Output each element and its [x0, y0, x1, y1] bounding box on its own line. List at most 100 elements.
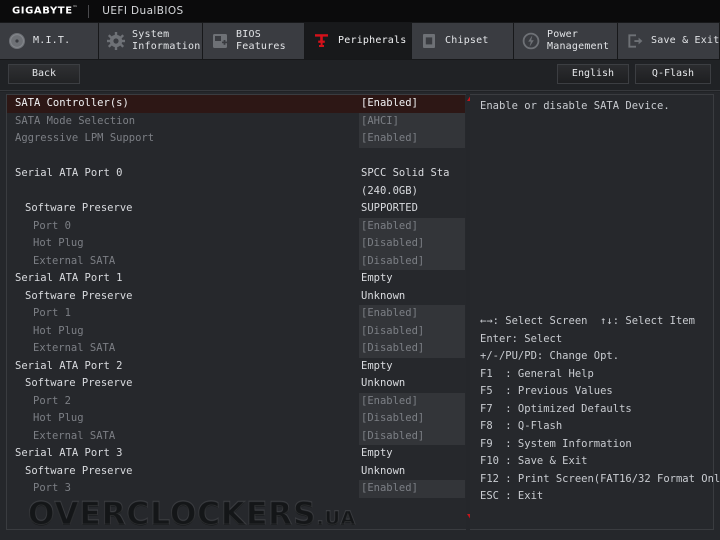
settings-row[interactable]: Hot Plug [Disabled] — [7, 323, 465, 341]
settings-row[interactable]: Software PreserveSUPPORTED — [7, 200, 465, 218]
settings-row-value: SUPPORTED — [361, 202, 418, 215]
language-button[interactable]: English — [557, 64, 629, 84]
settings-row[interactable]: SATA Mode Selection [AHCI] — [7, 113, 465, 131]
chipset-icon — [419, 31, 439, 51]
tab-chipset[interactable]: Chipset — [412, 23, 513, 59]
settings-row[interactable]: Software Preserve Unknown — [7, 463, 465, 481]
tab-mit[interactable]: M.I.T. — [0, 23, 98, 59]
settings-row-value: Unknown — [361, 465, 405, 478]
disc-icon — [7, 31, 27, 51]
tab-system-information[interactable]: SystemInformation — [99, 23, 202, 59]
tab-power-management[interactable]: PowerManagement — [514, 23, 617, 59]
help-description: Enable or disable SATA Device. — [480, 99, 706, 113]
gear-icon — [106, 31, 126, 51]
settings-row-label: External SATA — [33, 255, 115, 268]
settings-row[interactable]: External SATA [Disabled] — [7, 340, 465, 358]
settings-row-label: Serial ATA Port 3 — [15, 447, 122, 460]
settings-row-label: Aggressive LPM Support — [15, 132, 154, 145]
settings-row[interactable]: Aggressive LPM Support [Enabled] — [7, 130, 465, 148]
settings-row[interactable]: Serial ATA Port 0 SPCC Solid Sta — [7, 165, 465, 183]
settings-row-value: Empty — [361, 447, 393, 460]
settings-row-label: Software Preserve — [25, 290, 132, 303]
settings-row-value: [Disabled] — [361, 430, 424, 443]
settings-row-label: Port 2 — [33, 395, 71, 408]
settings-row-label: Hot Plug — [33, 325, 84, 338]
tab-save-and-exit[interactable]: Save & Exit — [618, 23, 719, 59]
main-tab-bar: M.I.T. SystemInformation BIOSFeatures Pe… — [0, 22, 720, 60]
settings-row[interactable]: Software PreserveUnknown — [7, 375, 465, 393]
key-legend-line: F12 : Print Screen(FAT16/32 Format Only) — [480, 471, 712, 489]
settings-row-label: Serial ATA Port 1 — [15, 272, 122, 285]
settings-row-label: External SATA — [33, 430, 115, 443]
settings-row[interactable]: External SATA[Disabled] — [7, 253, 465, 271]
settings-row-label: SATA Controller(s) — [15, 97, 129, 110]
settings-row-value: Unknown — [361, 290, 405, 303]
settings-row-value: Unknown — [361, 377, 405, 390]
settings-row[interactable]: Port 2 [Enabled] — [7, 393, 465, 411]
tab-label: M.I.T. — [33, 35, 70, 47]
settings-row-label: Port 0 — [33, 220, 71, 233]
settings-row-label: Hot Plug — [33, 237, 84, 250]
settings-row-value: SPCC Solid Sta — [361, 167, 450, 180]
settings-row[interactable]: Serial ATA Port 2 Empty — [7, 358, 465, 376]
settings-row-value: [Enabled] — [361, 307, 418, 320]
tab-peripherals[interactable]: Peripherals — [305, 23, 411, 59]
settings-row-value: [Enabled] — [361, 132, 418, 145]
settings-row-label: Serial ATA Port 2 — [15, 360, 122, 373]
settings-row-label: Serial ATA Port 0 — [15, 167, 122, 180]
settings-row-label: Software Preserve — [25, 465, 132, 478]
tab-bios-features[interactable]: BIOSFeatures — [203, 23, 304, 59]
key-legend-line: +/-/PU/PD: Change Opt. — [480, 348, 712, 366]
settings-row-value: [Disabled] — [361, 412, 424, 425]
chip-plus-icon — [210, 31, 230, 51]
key-legend-line: F7 : Optimized Defaults — [480, 401, 712, 419]
settings-row[interactable]: External SATA [Disabled] — [7, 428, 465, 446]
settings-row[interactable]: Port 0 [Enabled] — [7, 218, 465, 236]
settings-panel: SATA Controller(s)[Enabled]SATA Mode Sel… — [6, 94, 466, 530]
settings-row[interactable]: Serial ATA Port 3 Empty — [7, 445, 465, 463]
settings-row[interactable]: Serial ATA Port 1 Empty — [7, 270, 465, 288]
tab-label: Save & Exit — [651, 35, 719, 47]
back-button[interactable]: Back — [8, 64, 80, 84]
settings-row-value: [AHCI] — [361, 115, 399, 128]
secondary-toolbar: Back English Q-Flash — [0, 60, 720, 92]
settings-row-value: Empty — [361, 272, 393, 285]
tab-label: Peripherals — [338, 35, 406, 47]
settings-row-label: SATA Mode Selection — [15, 115, 135, 128]
key-legend-line: F1 : General Help — [480, 366, 712, 384]
help-panel: Enable or disable SATA Device. ←→: Selec… — [470, 94, 714, 530]
gigabyte-logo: GIGABYTE™ — [0, 5, 78, 16]
settings-row[interactable]: SATA Controller(s) [Enabled] — [7, 95, 465, 113]
brand-divider — [88, 5, 89, 18]
bios-screen: GIGABYTE™ UEFI DualBIOS M.I.T. SystemInf… — [0, 0, 720, 540]
tab-label: BIOSFeatures — [236, 29, 286, 53]
key-legend-line: Enter: Select — [480, 331, 712, 349]
key-legend-line: F8 : Q-Flash — [480, 418, 712, 436]
settings-row-spacer: (240.0GB) — [7, 183, 465, 201]
settings-row-value: [Disabled] — [361, 237, 424, 250]
settings-row-label: External SATA — [33, 342, 115, 355]
settings-list: SATA Controller(s)[Enabled]SATA Mode Sel… — [7, 95, 465, 498]
settings-row-value: Empty — [361, 360, 393, 373]
settings-row-value: [Disabled] — [361, 342, 424, 355]
qflash-button[interactable]: Q-Flash — [635, 64, 711, 84]
key-legend-line: ←→: Select Screen ↑↓: Select Item — [480, 313, 712, 331]
content-area: SATA Controller(s)[Enabled]SATA Mode Sel… — [0, 92, 720, 540]
settings-row[interactable]: Software Preserve Unknown — [7, 288, 465, 306]
power-bolt-icon — [521, 31, 541, 51]
settings-row[interactable]: Hot Plug [Disabled] — [7, 235, 465, 253]
settings-row-label: Port 3 — [33, 482, 71, 495]
settings-row-value: [Enabled] — [361, 97, 418, 110]
settings-row-value: [Disabled] — [361, 325, 424, 338]
settings-row[interactable]: Port 3 [Enabled] — [7, 480, 465, 498]
settings-row-value: (240.0GB) — [361, 185, 418, 198]
key-legend: ←→: Select Screen ↑↓: Select ItemEnter: … — [480, 313, 712, 506]
key-legend-line: F9 : System Information — [480, 436, 712, 454]
brand-bar: GIGABYTE™ UEFI DualBIOS — [0, 0, 720, 22]
settings-row-value: [Enabled] — [361, 220, 418, 233]
settings-row-value: [Enabled] — [361, 395, 418, 408]
settings-row[interactable]: Port 1[Enabled] — [7, 305, 465, 323]
settings-row-value: [Enabled] — [361, 482, 418, 495]
settings-row[interactable]: Hot Plug[Disabled] — [7, 410, 465, 428]
tab-label: SystemInformation — [132, 29, 200, 53]
